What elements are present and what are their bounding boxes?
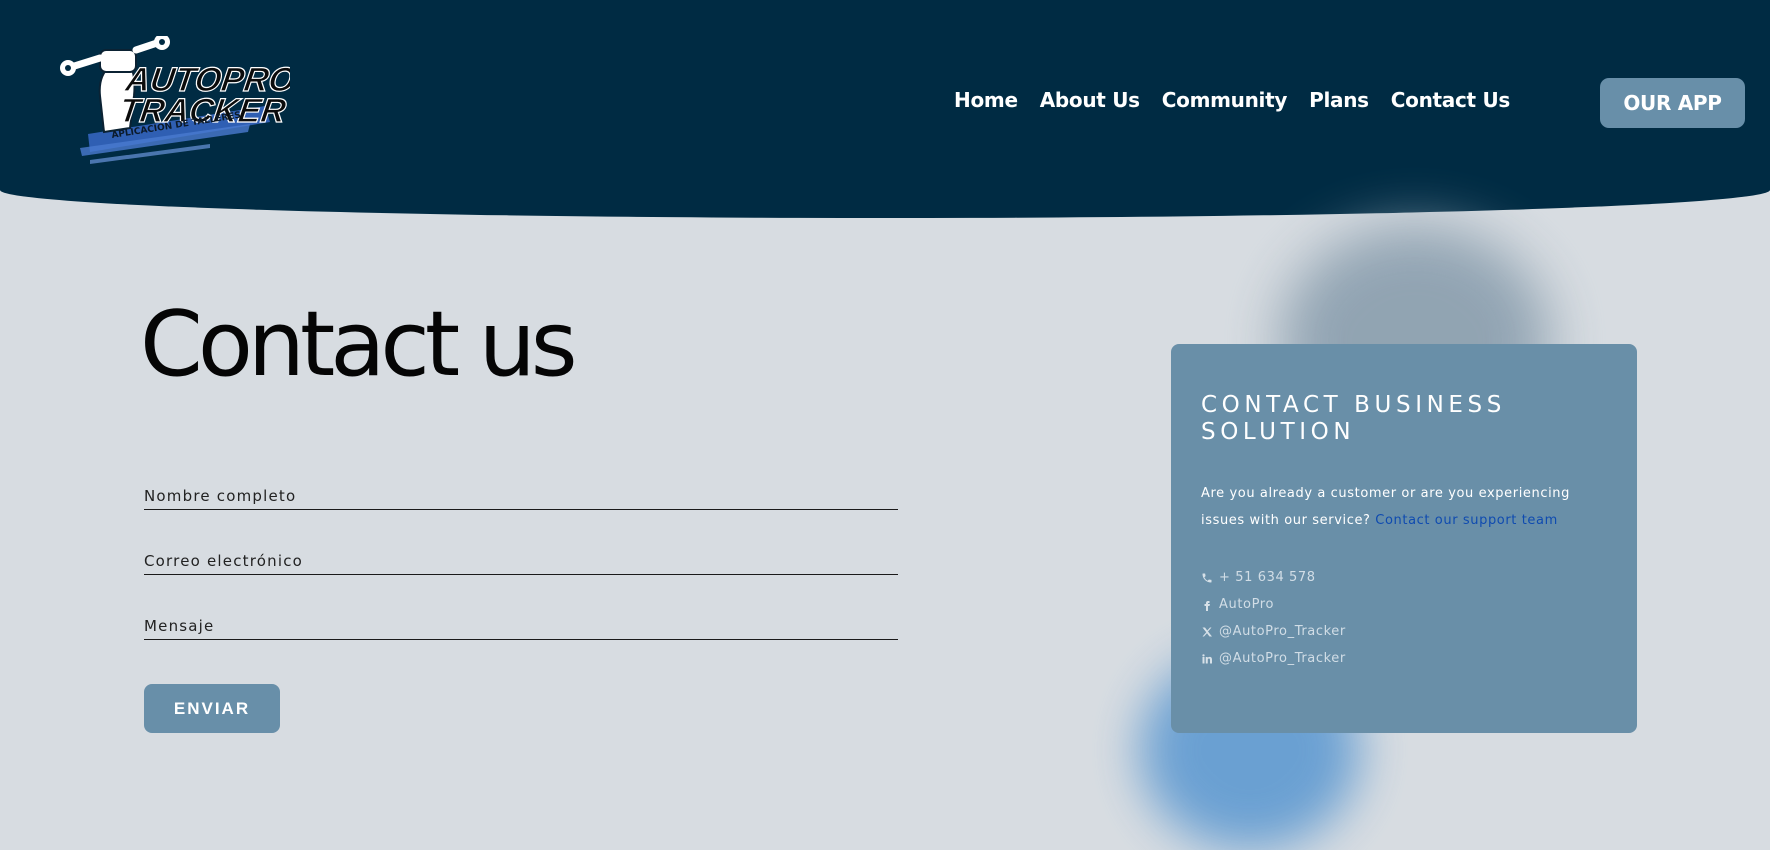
contact-list: + 51 634 578 AutoPro @AutoPro_Tracker @A… xyxy=(1201,564,1346,672)
nav-plans[interactable]: Plans xyxy=(1309,88,1369,112)
email-field[interactable]: Correo electrónico xyxy=(144,552,902,576)
contact-x[interactable]: @AutoPro_Tracker xyxy=(1201,618,1346,645)
nav-about-us[interactable]: About Us xyxy=(1040,88,1140,112)
autopro-logo[interactable]: AUTOPRO TRACKER APLICACION DE TALLERES xyxy=(60,36,290,176)
nav-community[interactable]: Community xyxy=(1162,88,1288,112)
our-app-button[interactable]: OUR APP xyxy=(1600,78,1745,128)
contact-linkedin[interactable]: @AutoPro_Tracker xyxy=(1201,645,1346,672)
name-field[interactable]: Nombre completo xyxy=(144,487,902,511)
card-title: CONTACT BUSINESS SOLUTION xyxy=(1201,392,1506,445)
linkedin-text: @AutoPro_Tracker xyxy=(1219,651,1346,666)
main-nav: Home About Us Community Plans Contact Us xyxy=(932,88,1510,112)
send-button[interactable]: ENVIAR xyxy=(144,684,280,733)
phone-text: + 51 634 578 xyxy=(1219,570,1316,585)
facebook-text: AutoPro xyxy=(1219,597,1275,612)
x-icon xyxy=(1202,627,1212,636)
contact-facebook[interactable]: AutoPro xyxy=(1201,591,1346,618)
page-title: Contact us xyxy=(140,292,578,397)
message-field[interactable]: Mensaje xyxy=(144,617,902,641)
name-input[interactable] xyxy=(144,487,902,511)
message-input[interactable] xyxy=(144,617,902,641)
email-input[interactable] xyxy=(144,552,902,576)
phone-icon xyxy=(1202,573,1212,582)
facebook-icon xyxy=(1204,600,1210,611)
card-description: Are you already a customer or are you ex… xyxy=(1201,480,1601,534)
nav-contact-us[interactable]: Contact Us xyxy=(1391,88,1511,112)
support-team-link[interactable]: Contact our support team xyxy=(1375,513,1558,528)
contact-business-card: CONTACT BUSINESS SOLUTION Are you alread… xyxy=(1171,344,1637,733)
contact-phone[interactable]: + 51 634 578 xyxy=(1201,564,1346,591)
site-header: AUTOPRO TRACKER APLICACION DE TALLERES H… xyxy=(0,0,1770,218)
nav-home[interactable]: Home xyxy=(954,88,1018,112)
x-handle-text: @AutoPro_Tracker xyxy=(1219,624,1346,639)
linkedin-icon xyxy=(1202,653,1212,663)
